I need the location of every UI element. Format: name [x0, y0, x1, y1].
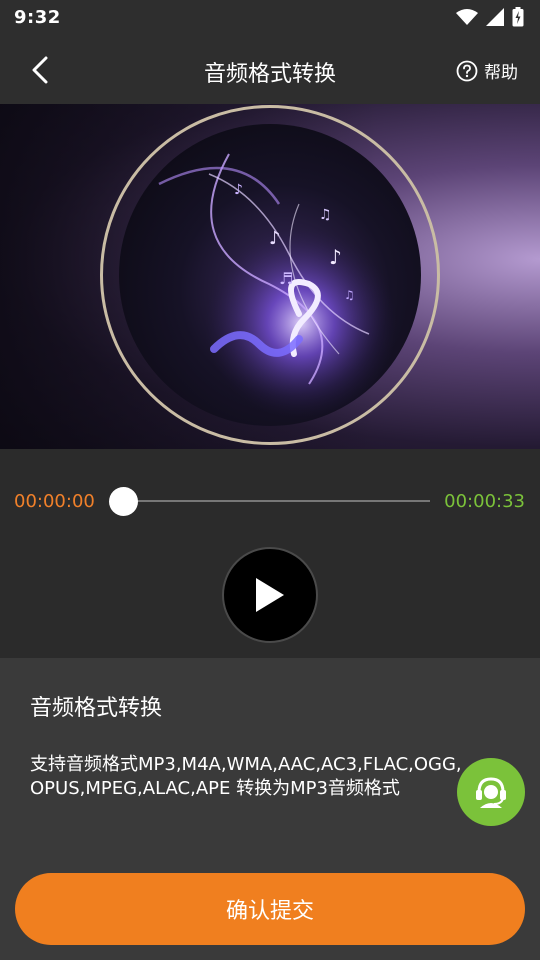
info-description: 支持音频格式MP3,M4A,WMA,AAC,AC3,FLAC,OGG,OPUS,…	[30, 754, 462, 799]
player-controls: 00:00:00 00:00:33	[0, 449, 540, 658]
confirm-submit-button[interactable]: 确认提交	[15, 873, 525, 945]
seek-bar-thumb[interactable]	[109, 487, 138, 516]
current-time: 00:00:00	[14, 491, 95, 512]
svg-text:♫: ♫	[319, 207, 332, 223]
play-icon	[256, 578, 284, 612]
svg-text:♫: ♫	[344, 288, 355, 302]
question-circle-icon	[456, 60, 478, 81]
help-button[interactable]: 帮助	[456, 58, 518, 83]
total-time: 00:00:33	[444, 491, 525, 512]
svg-text:♬: ♬	[279, 269, 293, 288]
battery-icon	[512, 7, 524, 27]
svg-text:♪: ♪	[329, 245, 342, 269]
album-art-disc: ♪ ♫ ♪ ♬ ♪ ♫	[119, 124, 421, 426]
wifi-icon	[456, 9, 478, 25]
status-icons	[456, 7, 524, 27]
seek-bar-track[interactable]	[120, 500, 430, 502]
status-bar: 9:32	[0, 0, 540, 36]
info-title: 音频格式转换	[30, 696, 163, 721]
customer-service-button[interactable]	[457, 758, 525, 826]
album-art-banner: ♪ ♫ ♪ ♬ ♪ ♫	[0, 104, 540, 449]
customer-service-headset-icon	[476, 777, 506, 808]
app-header: 音频格式转换 帮助	[0, 36, 540, 104]
svg-text:♪: ♪	[234, 182, 243, 198]
play-button[interactable]	[222, 547, 318, 643]
help-label: 帮助	[484, 63, 518, 83]
svg-text:♪: ♪	[269, 228, 281, 249]
status-time: 9:32	[14, 7, 61, 28]
cell-signal-icon	[486, 8, 504, 26]
music-notes-artwork: ♪ ♫ ♪ ♬ ♪ ♫	[158, 153, 409, 424]
info-panel: 音频格式转换 支持音频格式MP3,M4A,WMA,AAC,AC3,FLAC,OG…	[0, 658, 540, 960]
